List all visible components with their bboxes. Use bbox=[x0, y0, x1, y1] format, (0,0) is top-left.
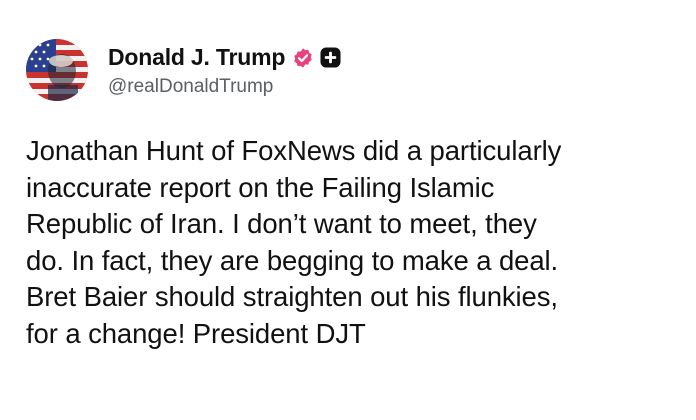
post-body-line: Bret Baier should straighten out his flu… bbox=[26, 281, 558, 313]
name-row: Donald J. Trump bbox=[108, 43, 341, 73]
post-body-line: inaccurate report on the Failing Islamic bbox=[26, 171, 495, 203]
avatar[interactable] bbox=[26, 39, 88, 101]
post-body-line: Republic of Iran. I don’t want to meet, … bbox=[26, 208, 537, 240]
post-body-line: Jonathan Hunt of FoxNews did a particula… bbox=[26, 135, 562, 166]
post-body: Jonathan Hunt of FoxNews did a particula… bbox=[26, 133, 676, 353]
post-body-line: do. In fact, they are begging to make a … bbox=[26, 244, 559, 276]
author-handle[interactable]: @realDonaldTrump bbox=[108, 76, 341, 98]
plus-square-icon bbox=[320, 47, 341, 68]
flag-portrait-avatar-image bbox=[26, 39, 88, 101]
post-body-line: for a change! President DJT bbox=[26, 317, 366, 349]
author-display-name[interactable]: Donald J. Trump bbox=[108, 44, 285, 71]
verified-badge-icon bbox=[292, 47, 314, 69]
author-identity: Donald J. Trump @realDonaldTrump bbox=[108, 43, 341, 98]
post-header: Donald J. Trump @realDonaldTrump bbox=[26, 38, 341, 102]
post-card: Donald J. Trump @realDonaldTrump Jonatha… bbox=[0, 0, 696, 420]
